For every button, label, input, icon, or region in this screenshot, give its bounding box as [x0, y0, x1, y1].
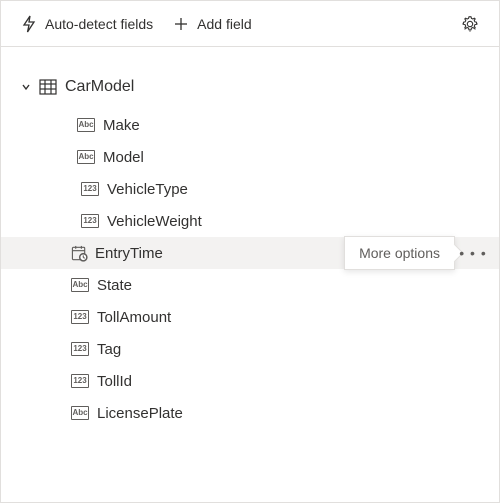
field-list: Abc Make Abc Model 123 VehicleType 123 VehicleW… [1, 109, 499, 429]
field-name: EntryTime [95, 245, 163, 262]
field-row[interactable]: 123 TollAmount [1, 301, 499, 333]
more-options-tooltip: More options [344, 236, 455, 270]
settings-button[interactable] [453, 7, 487, 41]
text-type-icon: Abc [71, 278, 89, 292]
field-name: TollAmount [97, 309, 171, 326]
field-row[interactable]: Abc LicensePlate [1, 397, 499, 429]
auto-detect-label: Auto-detect fields [45, 16, 153, 32]
field-row[interactable]: 123 Tag [1, 333, 499, 365]
text-type-icon: Abc [77, 150, 95, 164]
field-name: Tag [97, 341, 121, 358]
table-name: CarModel [65, 78, 134, 96]
field-row[interactable]: Abc Make [1, 109, 499, 141]
number-type-icon: 123 [81, 182, 99, 196]
number-type-icon: 123 [71, 310, 89, 324]
table-node[interactable]: CarModel [1, 71, 499, 103]
field-row[interactable]: 123 VehicleWeight [1, 205, 499, 237]
field-name: Make [103, 117, 140, 134]
gear-icon [461, 15, 479, 33]
field-row[interactable]: Abc Model [1, 141, 499, 173]
chevron-down-icon [19, 80, 33, 94]
auto-detect-fields-button[interactable]: Auto-detect fields [13, 7, 161, 41]
add-field-button[interactable]: Add field [165, 7, 259, 41]
toolbar: Auto-detect fields Add field [1, 1, 499, 47]
field-name: VehicleWeight [107, 213, 202, 230]
number-type-icon: 123 [71, 342, 89, 356]
field-row[interactable]: Abc State [1, 269, 499, 301]
plus-icon [173, 16, 189, 32]
datetime-icon [71, 245, 87, 261]
field-row[interactable]: 123 VehicleType [1, 173, 499, 205]
add-field-label: Add field [197, 16, 251, 32]
table-icon [39, 79, 57, 95]
number-type-icon: 123 [71, 374, 89, 388]
field-name: LicensePlate [97, 405, 183, 422]
lightning-icon [21, 15, 37, 33]
field-row[interactable]: 123 TollId [1, 365, 499, 397]
more-options-button[interactable]: • • • [459, 239, 487, 267]
text-type-icon: Abc [77, 118, 95, 132]
field-name: TollId [97, 373, 132, 390]
fields-panel: Auto-detect fields Add field [0, 0, 500, 503]
field-row[interactable]: EntryTime More options• • • [1, 237, 499, 269]
panel-body: CarModel AbcMakeAbcModel123VehicleType12… [1, 47, 499, 429]
field-name: Model [103, 149, 144, 166]
text-type-icon: Abc [71, 406, 89, 420]
number-type-icon: 123 [81, 214, 99, 228]
field-name: VehicleType [107, 181, 188, 198]
field-name: State [97, 277, 132, 294]
